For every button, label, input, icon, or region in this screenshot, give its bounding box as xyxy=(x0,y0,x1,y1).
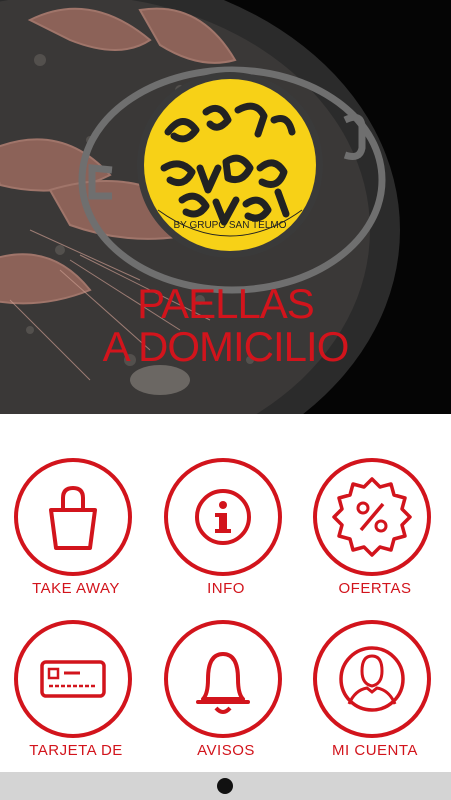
menu-grid: TAKE AWAY INFO OFERTAS TARJETA DE AVISOS… xyxy=(0,414,451,774)
home-indicator[interactable] xyxy=(217,778,233,794)
tarjeta-label: TARJETA DE xyxy=(29,742,123,759)
bell-icon xyxy=(196,652,250,714)
mi-cuenta-circle[interactable] xyxy=(313,620,431,738)
logo-tagline: BY GRUPO SAN TELMO xyxy=(174,220,287,231)
mi-cuenta-label: MI CUENTA xyxy=(332,742,418,759)
shopping-bag-icon xyxy=(49,485,97,550)
ofertas-circle[interactable] xyxy=(313,458,431,576)
avisos-circle[interactable] xyxy=(164,620,282,738)
menu-item-take-away[interactable]: TAKE AWAY xyxy=(1,414,151,597)
percent-badge-icon xyxy=(332,477,412,557)
info-circle[interactable] xyxy=(164,458,282,576)
menu-item-ofertas[interactable]: OFERTAS xyxy=(300,414,450,597)
hero-title-line1: PAELLAS xyxy=(137,280,315,327)
info-icon xyxy=(195,489,251,545)
menu-item-info[interactable]: INFO xyxy=(151,414,301,597)
user-icon xyxy=(339,646,405,712)
card-icon xyxy=(40,660,106,698)
menu-item-tarjeta[interactable]: TARJETA DE xyxy=(1,576,151,759)
bottom-bar xyxy=(0,772,451,800)
take-away-circle[interactable] xyxy=(14,458,132,576)
avisos-label: AVISOS xyxy=(197,742,255,759)
menu-item-mi-cuenta[interactable]: MI CUENTA xyxy=(300,576,450,759)
hero-banner: BY GRUPO SAN TELMO PAELLAS A DOMICILIO xyxy=(0,0,451,414)
hero-title-line2: A DOMICILIO xyxy=(102,323,350,370)
tarjeta-circle[interactable] xyxy=(14,620,132,738)
menu-item-avisos[interactable]: AVISOS xyxy=(151,576,301,759)
brand-logo: BY GRUPO SAN TELMO xyxy=(88,72,378,272)
